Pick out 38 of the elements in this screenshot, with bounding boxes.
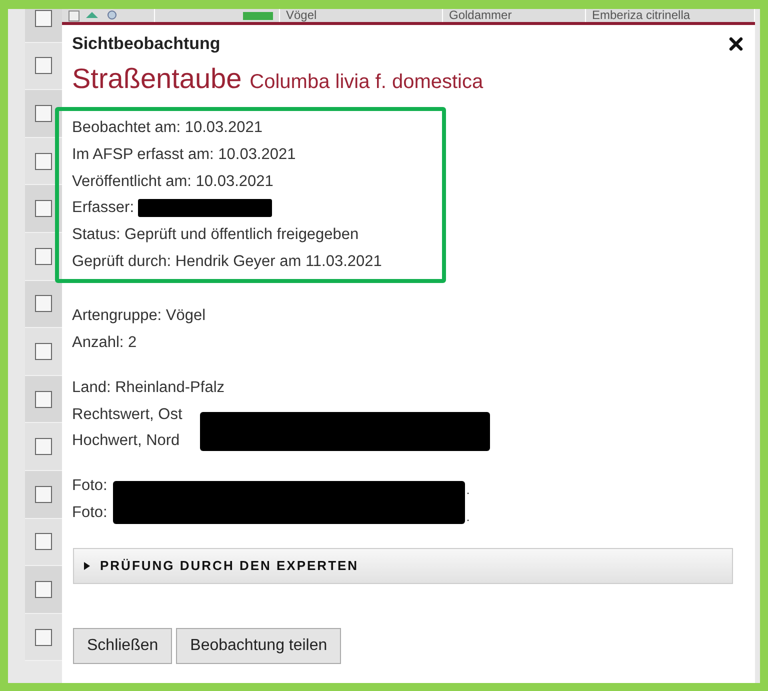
checkbox[interactable]	[35, 390, 52, 408]
info-text: Foto:	[72, 476, 108, 495]
checkbox[interactable]	[35, 104, 52, 122]
checkbox[interactable]	[35, 10, 52, 27]
info-text: Rechtswert, Ost	[72, 406, 182, 424]
info-text: Artengruppe: Vögel	[72, 307, 206, 326]
info-text: Veröffentlicht am: 10.03.2021	[72, 172, 274, 191]
checkbox[interactable]	[35, 342, 52, 360]
checkbox[interactable]	[35, 486, 52, 503]
checkbox[interactable]	[35, 248, 52, 265]
checkbox[interactable]	[35, 580, 52, 598]
scientific-name: Columba livia f. domestica	[250, 71, 484, 94]
info-text: Hochwert, Nord	[72, 432, 180, 450]
checkbox[interactable]	[35, 57, 52, 74]
info-text: Erfasser:	[72, 199, 134, 218]
share-button[interactable]: Beobachtung teilen	[176, 628, 342, 664]
checkbox[interactable]	[35, 628, 52, 646]
species-name: Straßentaube	[72, 63, 242, 95]
info-text: Geprüft durch: Hendrik Geyer am 11.03.2021	[72, 252, 382, 271]
info-text: Foto:	[72, 504, 108, 522]
checkbox[interactable]	[35, 200, 52, 218]
close-button[interactable]: Schließen	[73, 628, 172, 664]
checkbox[interactable]	[35, 438, 52, 456]
close-icon[interactable]	[729, 37, 743, 51]
checkbox[interactable]	[35, 533, 52, 550]
info-text: Beobachtet am: 10.03.2021	[72, 119, 262, 138]
info-text: Status: Geprüft und öffentlich freigegeben	[72, 226, 359, 244]
info-text: Im AFSP erfasst am: 10.03.2021	[72, 146, 296, 164]
period-text: .	[466, 510, 470, 524]
period-text: .	[466, 483, 470, 498]
color-swatch	[243, 12, 273, 20]
caret-icon	[84, 562, 90, 570]
info-text: Anzahl: 2	[72, 334, 137, 352]
dialog-title: Sichtbeobachtung	[72, 34, 220, 54]
info-text: Land: Rheinland-Pfalz	[72, 378, 225, 397]
expander-header[interactable]: PRÜFUNG DURCH DEN EXPERTEN	[73, 548, 733, 584]
checkbox[interactable]	[35, 152, 52, 170]
checkbox[interactable]	[35, 295, 52, 312]
